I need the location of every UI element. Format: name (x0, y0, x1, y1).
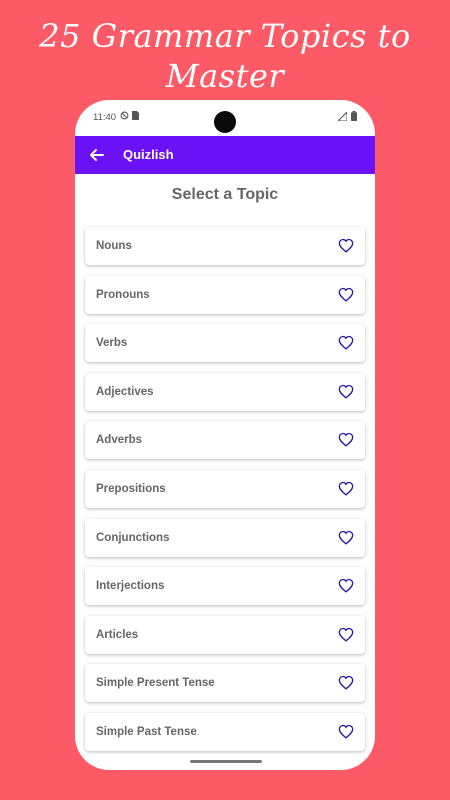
front-camera (214, 111, 236, 133)
topic-label: Interjections (96, 580, 165, 592)
heart-outline-icon[interactable] (338, 675, 354, 690)
screen-title: Select a Topic (171, 186, 279, 203)
heart-outline-icon[interactable] (338, 432, 354, 447)
topic-item-adverbs[interactable]: Adverbs (85, 421, 365, 459)
status-left-icons (120, 111, 139, 120)
topic-label: Verbs (96, 337, 128, 349)
do-not-disturb-icon (120, 111, 129, 120)
topic-label: Adverbs (96, 434, 143, 446)
topic-item-articles[interactable]: Articles (85, 616, 365, 654)
topic-item-interjections[interactable]: Interjections (85, 567, 365, 605)
heart-outline-icon[interactable] (338, 335, 354, 350)
topic-label: Nouns (96, 240, 132, 252)
sim-icon (132, 111, 139, 120)
promo-title-line-1: 25 Grammar Topics to (39, 17, 411, 55)
topic-item-pronouns[interactable]: Pronouns (85, 276, 365, 314)
topic-item-conjunctions[interactable]: Conjunctions (85, 519, 365, 557)
signal-icon (338, 111, 347, 121)
heart-outline-icon[interactable] (338, 481, 354, 496)
topic-item-prepositions[interactable]: Prepositions (85, 470, 365, 508)
back-arrow-icon[interactable] (87, 145, 107, 165)
topic-item-verbs[interactable]: Verbs (85, 324, 365, 362)
heart-outline-icon[interactable] (338, 384, 354, 399)
topic-label: Articles (96, 629, 139, 641)
status-time: 11:40 (93, 112, 117, 123)
status-right-icons (338, 111, 357, 121)
topic-label: Simple Present Tense (96, 677, 215, 689)
promo-title: 25 Grammar Topics to Master (0, 16, 450, 96)
topic-label: Adjectives (96, 386, 154, 398)
app-title: Quizlish (123, 147, 174, 162)
topic-item-adjectives[interactable]: Adjectives (85, 373, 365, 411)
status-bar: 11:40 (75, 100, 375, 136)
topic-item-simple-present-tense[interactable]: Simple Present Tense (85, 664, 365, 702)
topic-label: Conjunctions (96, 532, 170, 544)
promo-title-line-2: Master (165, 57, 285, 95)
heart-outline-icon[interactable] (338, 724, 354, 739)
app-bar: Quizlish (75, 136, 375, 174)
topic-item-simple-past-tense[interactable]: Simple Past Tense (85, 713, 365, 751)
topic-item-nouns[interactable]: Nouns (85, 227, 365, 265)
heart-outline-icon[interactable] (338, 627, 354, 642)
heart-outline-icon[interactable] (338, 238, 354, 253)
phone-frame: 11:40 Quizlish Select a Topic Nouns Pron… (75, 100, 375, 770)
topic-label: Pronouns (96, 289, 150, 301)
battery-icon (351, 111, 357, 121)
heart-outline-icon[interactable] (338, 530, 354, 545)
topic-label: Prepositions (96, 483, 166, 495)
home-indicator[interactable] (190, 760, 262, 763)
heart-outline-icon[interactable] (338, 287, 354, 302)
topic-label: Simple Past Tense (96, 726, 197, 738)
heart-outline-icon[interactable] (338, 578, 354, 593)
